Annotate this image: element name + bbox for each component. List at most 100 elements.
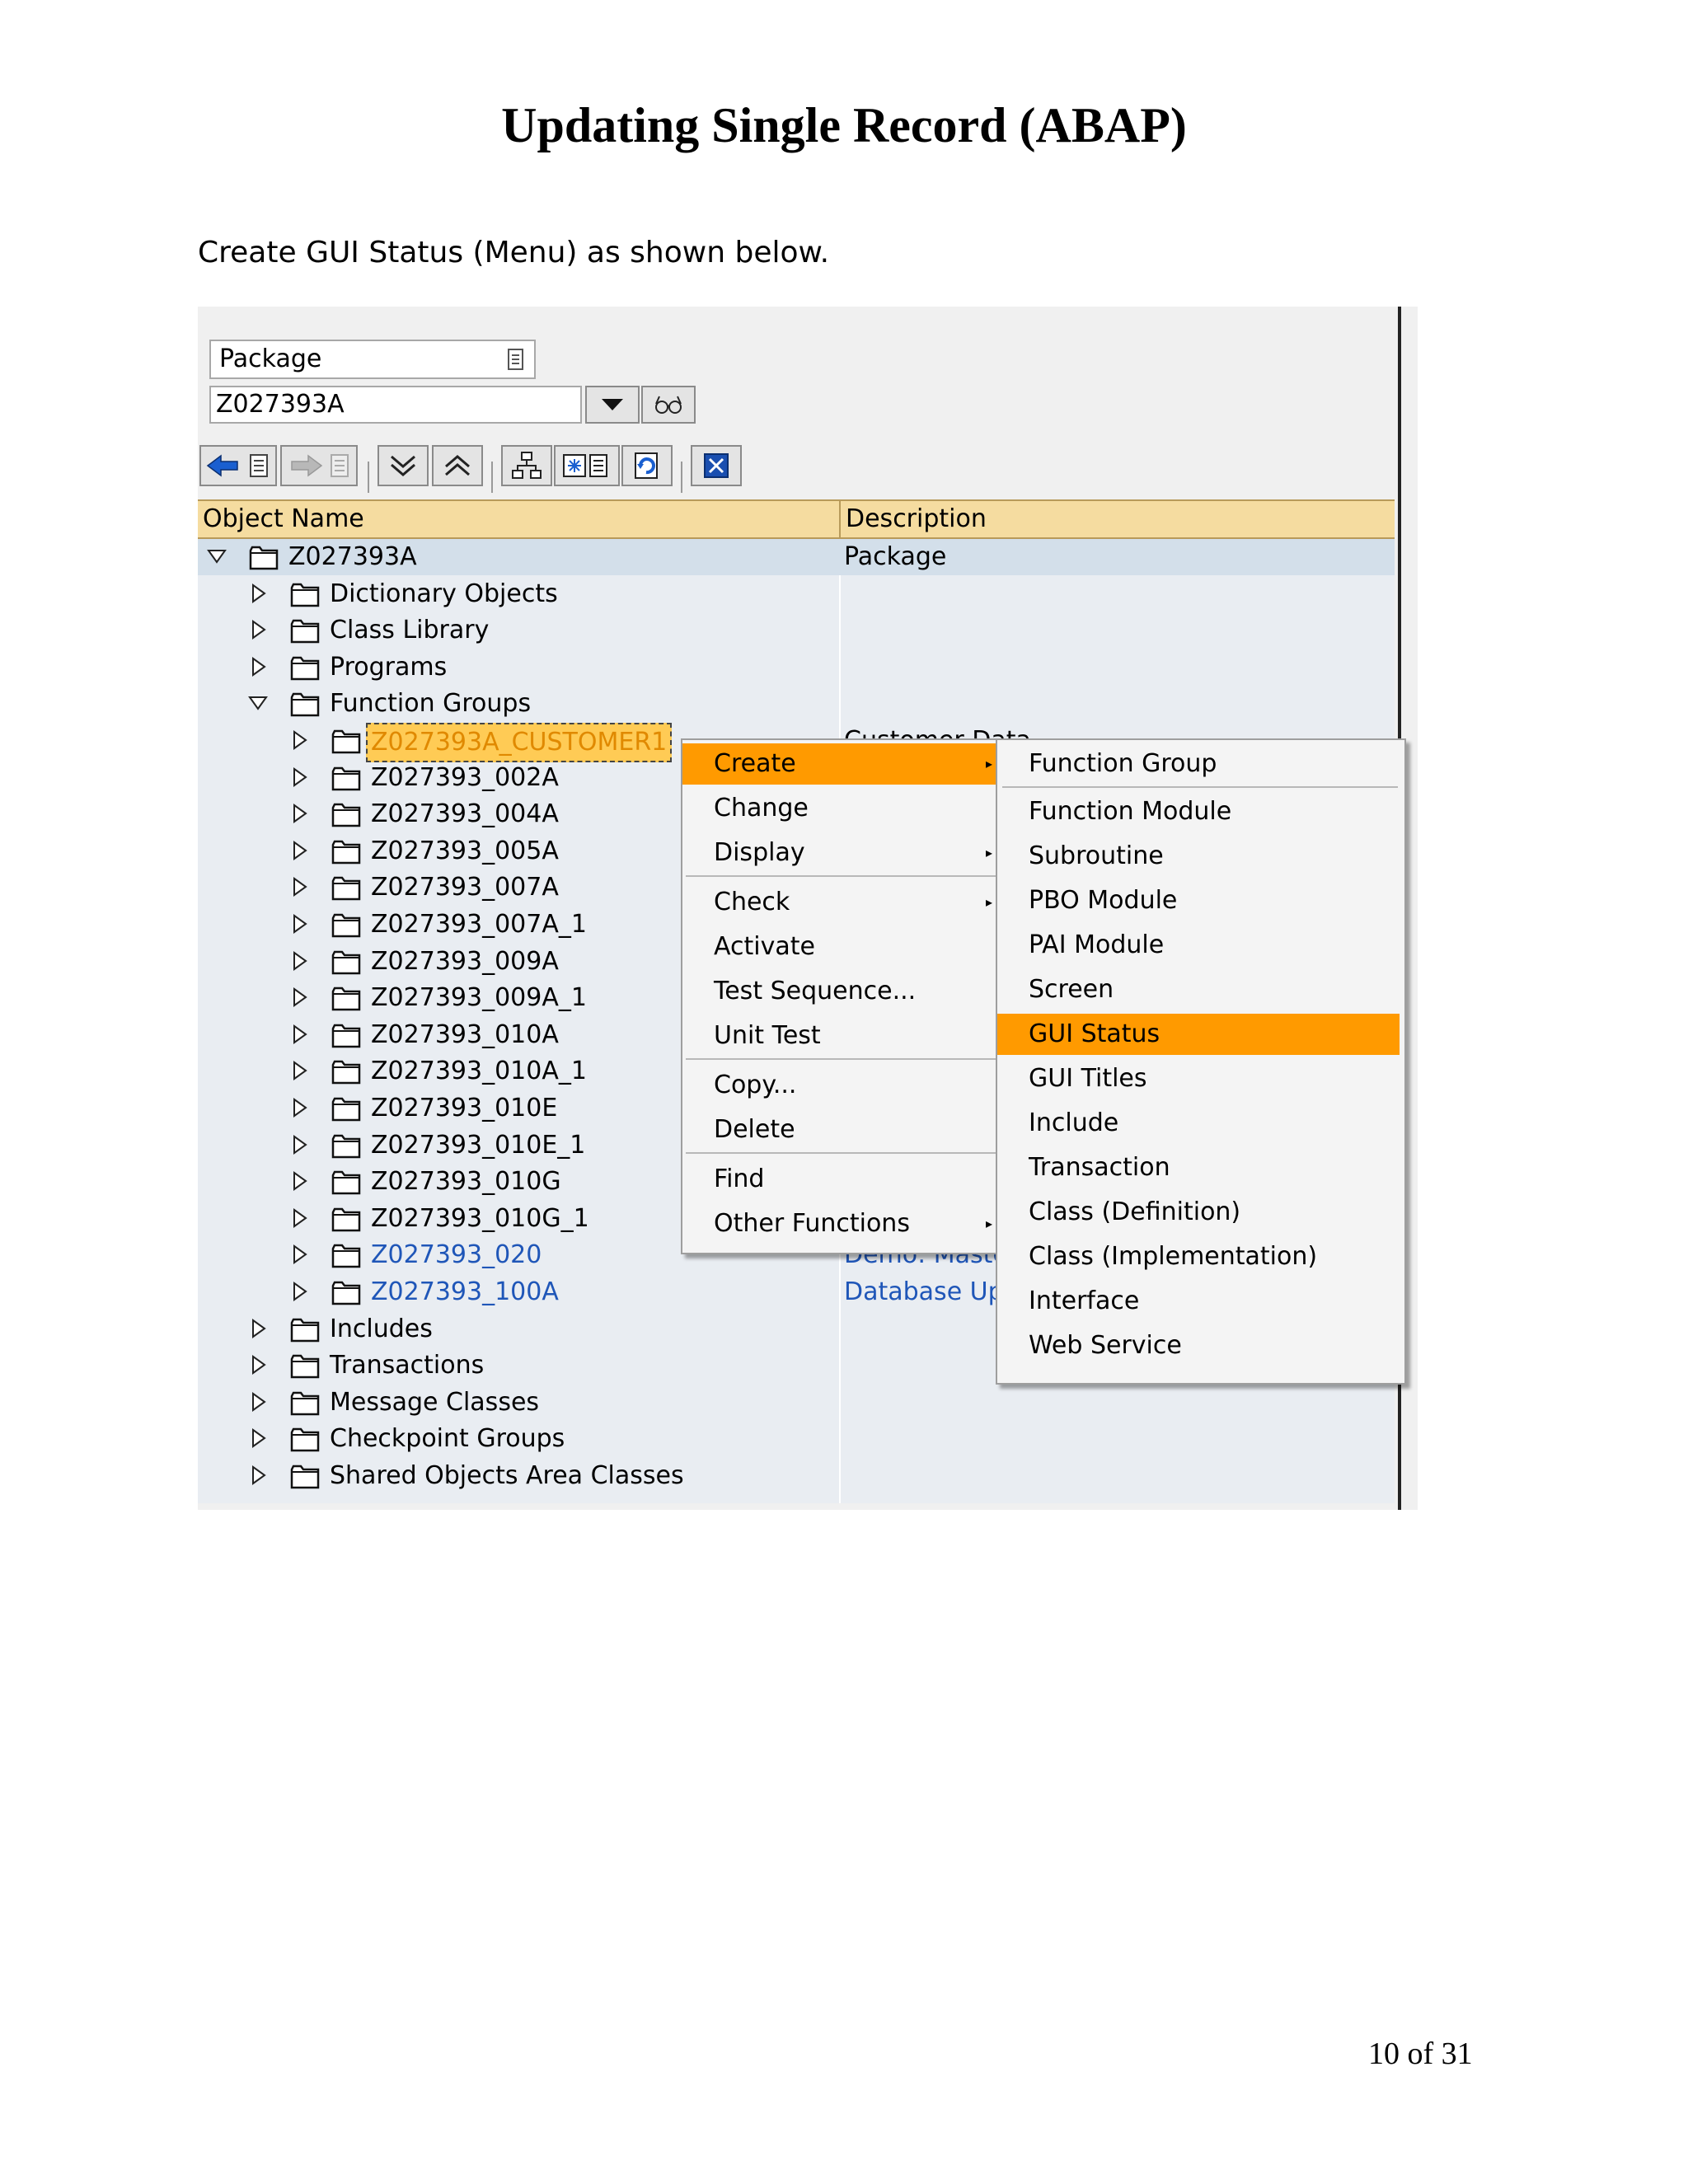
tree-node-label[interactable]: Includes (330, 1311, 433, 1347)
tree-node-label[interactable]: Z027393_007A (371, 869, 559, 906)
collapsed-triangle-icon[interactable] (247, 1465, 269, 1486)
tree-node-label[interactable]: Transactions (330, 1347, 484, 1384)
tree-node[interactable]: Dictionary Objects (198, 576, 1395, 612)
collapsed-triangle-icon[interactable] (288, 950, 310, 972)
tree-node[interactable]: Class Library (198, 612, 1395, 649)
collapsed-triangle-icon[interactable] (288, 1244, 310, 1265)
tree-node[interactable]: Checkpoint Groups (198, 1421, 1395, 1457)
refresh-button[interactable] (621, 445, 673, 486)
context-menu-item[interactable]: Check ▸ (682, 882, 999, 923)
tree-node-label[interactable]: Z027393_010E_1 (371, 1127, 585, 1164)
collapsed-triangle-icon[interactable] (247, 1354, 269, 1376)
expanded-triangle-icon[interactable] (206, 546, 227, 567)
collapsed-triangle-icon[interactable] (288, 876, 310, 898)
collapsed-triangle-icon[interactable] (288, 1097, 310, 1118)
back-button[interactable] (199, 445, 277, 486)
context-menu-item[interactable]: Activate (682, 926, 999, 968)
collapsed-triangle-icon[interactable] (247, 583, 269, 604)
submenu-item[interactable]: PAI Module (997, 925, 1400, 966)
context-menu-item[interactable]: Other Functions ▸ (682, 1203, 999, 1244)
context-menu-item[interactable]: Unit Test (682, 1015, 999, 1057)
dropdown-button[interactable] (585, 386, 640, 424)
submenu-item[interactable]: Transaction (997, 1147, 1400, 1188)
collapsed-triangle-icon[interactable] (288, 729, 310, 751)
tree-node-label[interactable]: Z027393_007A_1 (371, 907, 587, 943)
collapsed-triangle-icon[interactable] (288, 1170, 310, 1192)
tree-node-label[interactable]: Z027393_010E (371, 1090, 557, 1127)
tree-node-label[interactable]: Function Groups (330, 686, 531, 722)
tree-node-label[interactable]: Dictionary Objects (330, 576, 558, 612)
collapse-all-button[interactable] (432, 445, 483, 486)
tree-node[interactable]: Function Groups (198, 686, 1395, 722)
collapsed-triangle-icon[interactable] (288, 803, 310, 824)
submenu-item[interactable]: Include (997, 1103, 1400, 1144)
submenu-item[interactable]: GUI Titles (997, 1058, 1400, 1099)
display-button[interactable] (641, 386, 696, 424)
collapsed-triangle-icon[interactable] (288, 1060, 310, 1081)
collapsed-triangle-icon[interactable] (247, 1427, 269, 1449)
collapsed-triangle-icon[interactable] (288, 1207, 310, 1229)
context-menu-item[interactable]: Change (682, 788, 999, 829)
collapsed-triangle-icon[interactable] (288, 840, 310, 861)
tree-node-label[interactable]: Z027393_009A (371, 944, 559, 980)
submenu-item-gui-status[interactable]: GUI Status (997, 1014, 1400, 1055)
submenu-item[interactable]: Interface (997, 1281, 1400, 1322)
collapsed-triangle-icon[interactable] (288, 987, 310, 1008)
tree-node-label[interactable]: Z027393A_CUSTOMER1 (366, 723, 673, 762)
submenu-item[interactable]: Function Group (997, 743, 1400, 785)
tree-node-label[interactable]: Z027393_010G (371, 1164, 561, 1200)
submenu-item[interactable]: PBO Module (997, 880, 1400, 921)
tree-node-label[interactable]: Z027393_010A (371, 1017, 559, 1053)
expanded-triangle-icon[interactable] (247, 692, 269, 714)
submenu-item[interactable]: Function Module (997, 791, 1400, 832)
collapsed-triangle-icon[interactable] (288, 913, 310, 935)
collapsed-triangle-icon[interactable] (288, 1281, 310, 1302)
close-button[interactable] (691, 445, 742, 486)
collapsed-triangle-icon[interactable] (247, 619, 269, 640)
submenu-item[interactable]: Screen (997, 969, 1400, 1010)
tree-root-node[interactable]: Z027393A Package (198, 539, 1395, 575)
context-menu-item[interactable]: Create ▸ (682, 743, 999, 785)
collapsed-triangle-icon[interactable] (247, 1318, 269, 1339)
column-header-object-name[interactable]: Object Name (203, 501, 364, 537)
collapsed-triangle-icon[interactable] (288, 1024, 310, 1045)
where-used-button[interactable] (554, 445, 620, 486)
context-menu-item[interactable]: Display ▸ (682, 832, 999, 874)
tree-node-label[interactable]: Z027393_010G_1 (371, 1201, 589, 1237)
package-name-input[interactable]: Z027393A (209, 386, 582, 424)
tree-node-label[interactable]: Message Classes (330, 1385, 539, 1421)
tree-node-label[interactable]: Checkpoint Groups (330, 1421, 565, 1457)
tree-node-label[interactable]: Programs (330, 649, 447, 686)
tree-node-label[interactable]: Z027393_005A (371, 833, 559, 869)
object-type-selector[interactable]: Package (209, 340, 536, 379)
collapsed-triangle-icon[interactable] (288, 766, 310, 788)
tree-node-label[interactable]: Z027393_100A (371, 1274, 559, 1310)
collapsed-triangle-icon[interactable] (288, 1134, 310, 1155)
submenu-item[interactable]: Class (Implementation) (997, 1236, 1400, 1277)
tree-node-label[interactable]: Z027393_020 (371, 1237, 542, 1273)
forward-button[interactable] (280, 445, 358, 486)
tree-node[interactable]: Message Classes (198, 1385, 1395, 1421)
context-menu-item[interactable]: Copy... (682, 1065, 999, 1106)
expand-all-button[interactable] (377, 445, 429, 486)
context-menu-item[interactable]: Delete (682, 1109, 999, 1151)
tree-node-label[interactable]: Z027393_002A (371, 760, 559, 796)
tree-node-label[interactable]: Class Library (330, 612, 489, 649)
hierarchy-button[interactable] (501, 445, 552, 486)
context-menu-item[interactable]: Test Sequence... (682, 971, 999, 1012)
collapsed-triangle-icon[interactable] (247, 656, 269, 677)
column-header-description[interactable]: Description (846, 501, 987, 537)
submenu-item[interactable]: Web Service (997, 1325, 1400, 1366)
tree-node-label[interactable]: Z027393_010A_1 (371, 1053, 587, 1090)
tree-node-label[interactable]: Z027393A (288, 539, 417, 575)
submenu-item[interactable]: Subroutine (997, 836, 1400, 877)
collapsed-triangle-icon[interactable] (247, 1391, 269, 1413)
tree-node-label[interactable]: Z027393_004A (371, 796, 559, 832)
tree-node-label[interactable]: Z027393_009A_1 (371, 980, 587, 1016)
context-menu-item[interactable]: Find (682, 1159, 999, 1200)
tree-node[interactable]: Programs (198, 649, 1395, 686)
submenu-item[interactable]: Class (Definition) (997, 1192, 1400, 1233)
tree-node[interactable]: Shared Objects Area Classes (198, 1458, 1395, 1494)
list-doc-icon[interactable] (506, 348, 526, 371)
tree-node-label[interactable]: Shared Objects Area Classes (330, 1458, 684, 1494)
